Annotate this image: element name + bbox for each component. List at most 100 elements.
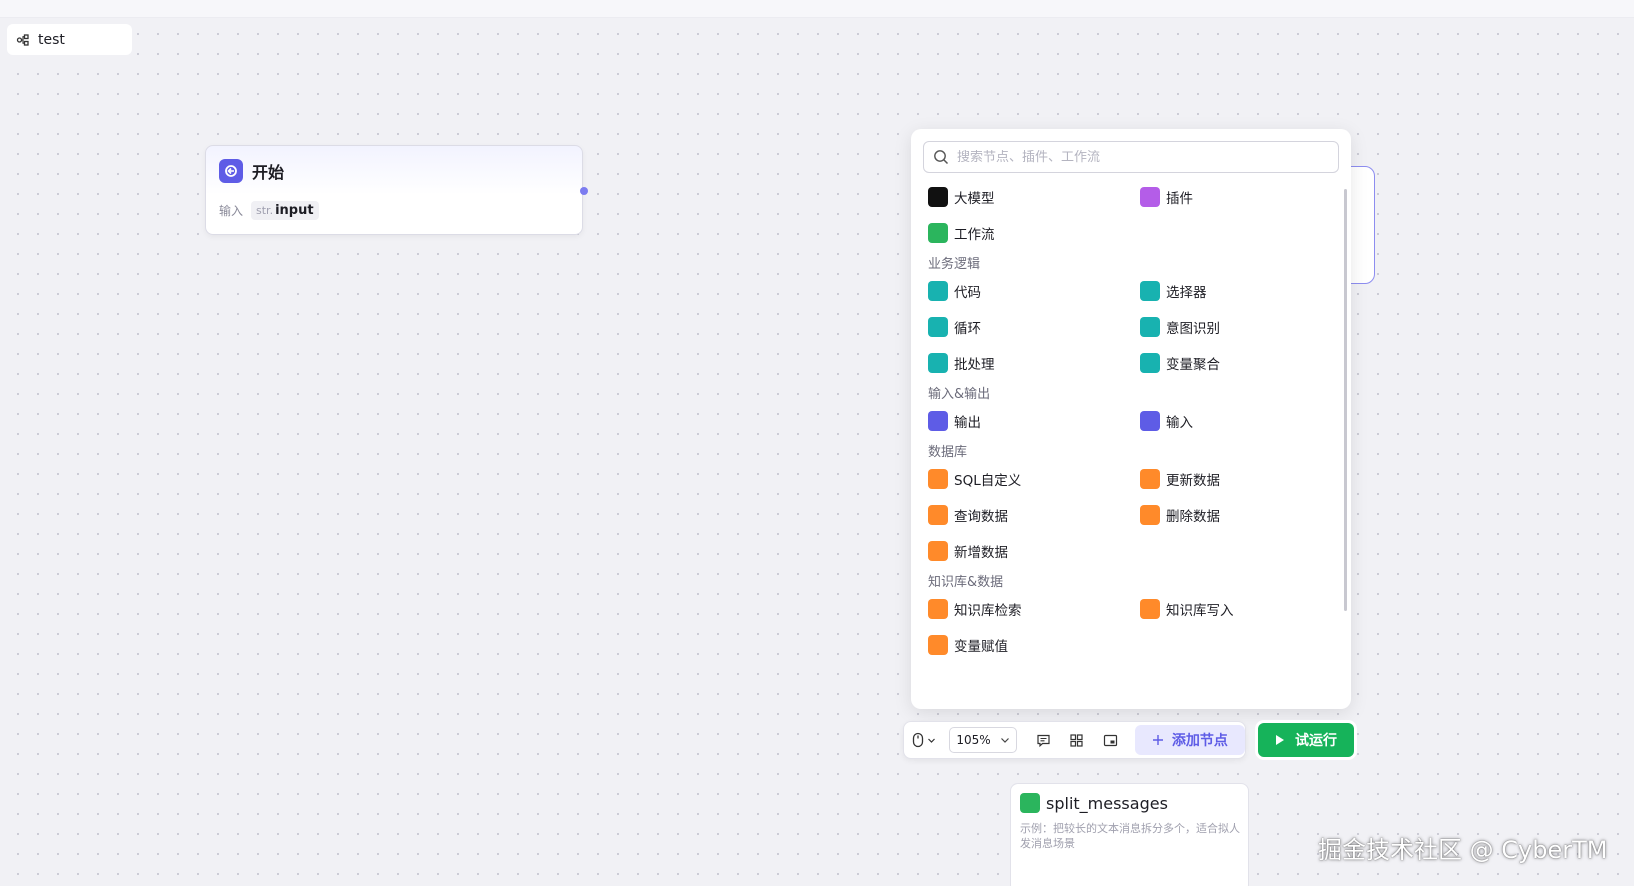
node-item-knowledge-search[interactable]: 知识库检索 (928, 599, 1140, 619)
comment-icon (1037, 734, 1050, 747)
node-item-insert-data[interactable]: 新增数据 (928, 541, 1140, 561)
start-node-io-label: 输入 (219, 204, 244, 218)
workflow-icon (16, 33, 29, 46)
node-item-batch[interactable]: 批处理 (928, 353, 1140, 373)
chevron-down-icon (1000, 738, 1009, 743)
batch-icon (928, 353, 948, 373)
minimap-button[interactable] (1093, 727, 1126, 753)
add-node-label: 添加节点 (1171, 733, 1228, 749)
search-icon (934, 150, 949, 165)
variable-merge-icon (1140, 353, 1160, 373)
node-item-label: 意图识别 (1166, 321, 1220, 337)
node-item-output[interactable]: 输出 (928, 411, 1140, 431)
node-item-label: 变量赋值 (954, 639, 1008, 655)
chevron-down-icon (928, 738, 935, 743)
node-item-label: 删除数据 (1166, 509, 1220, 525)
node-item-loop[interactable]: 循环 (928, 317, 1140, 337)
node-search-box[interactable] (923, 141, 1339, 173)
node-item-update-data[interactable]: 更新数据 (1140, 469, 1338, 489)
node-item-label: 输出 (954, 415, 981, 431)
node-item-plugin[interactable]: 插件 (1140, 187, 1338, 207)
watermark: 掘金技术社区 @ CyberTM (1318, 836, 1608, 864)
section-title-io: 输入&输出 (928, 387, 991, 402)
play-icon (1276, 735, 1284, 745)
node-item-delete-data[interactable]: 删除数据 (1140, 505, 1338, 525)
database-update-icon (1140, 469, 1160, 489)
node-item-label: 查询数据 (954, 509, 1008, 525)
start-node-title: 开始 (252, 163, 285, 182)
test-run-label: 试运行 (1295, 733, 1337, 749)
condition-icon (1140, 281, 1160, 301)
plugin-icon (1140, 187, 1160, 207)
node-item-label: SQL自定义 (954, 473, 1022, 489)
comment-button[interactable] (1027, 727, 1060, 753)
workflow-card-name: split_messages (1046, 793, 1168, 813)
knowledge-write-icon (1140, 599, 1160, 619)
layout-icon (1070, 733, 1083, 747)
section-logic-items: 代码 选择器 循环 意图识别 批处理 变量聚合 (928, 281, 1338, 373)
node-item-label: 知识库写入 (1166, 603, 1234, 619)
canvas-toolbar: 105% 添加节点 (903, 721, 1246, 759)
node-item-code[interactable]: 代码 (928, 281, 1140, 301)
node-item-label: 更新数据 (1166, 473, 1220, 489)
input-icon (1140, 411, 1160, 431)
mouse-icon (912, 732, 924, 748)
node-item-workflow[interactable]: 工作流 (928, 223, 1140, 243)
node-item-label: 大模型 (954, 191, 995, 207)
add-node-panel: 大模型 插件 工作流 业务逻辑 代码 选择器 循环 意图识别 批处理 变量聚合 … (911, 129, 1351, 709)
zoom-value: 105% (956, 733, 991, 747)
database-insert-icon (928, 541, 948, 561)
node-item-label: 工作流 (954, 227, 995, 243)
interaction-mode-button[interactable] (912, 732, 949, 748)
section-database-items: SQL自定义 更新数据 查询数据 删除数据 新增数据 (928, 469, 1338, 561)
start-node-inputs: 输入 str. input (219, 201, 319, 220)
start-node-output-port[interactable] (580, 187, 588, 195)
output-icon (928, 411, 948, 431)
input-param-tag: str. input (251, 201, 319, 220)
database-delete-icon (1140, 505, 1160, 525)
plus-icon (1152, 735, 1163, 745)
node-item-label: 插件 (1166, 191, 1193, 207)
workflow-icon (1020, 793, 1040, 813)
start-icon (219, 159, 243, 183)
section-io-items: 输出 输入 (928, 411, 1338, 431)
node-item-label: 新增数据 (954, 545, 1008, 561)
zoom-select[interactable]: 105% (949, 727, 1017, 753)
workflow-card-description: 示例：把较长的文本消息拆分多个，适合拟人发消息场景 (1020, 822, 1240, 850)
workflow-title: test (38, 31, 65, 48)
section-title-database: 数据库 (928, 445, 968, 460)
test-run-button[interactable]: 试运行 (1258, 723, 1354, 757)
database-query-icon (928, 505, 948, 525)
node-item-query-data[interactable]: 查询数据 (928, 505, 1140, 525)
add-node-button[interactable]: 添加节点 (1134, 725, 1245, 755)
node-list: 大模型 插件 工作流 业务逻辑 代码 选择器 循环 意图识别 批处理 变量聚合 … (928, 187, 1338, 667)
knowledge-search-icon (928, 599, 948, 619)
panel-scrollbar[interactable] (1344, 189, 1347, 611)
node-item-label: 输入 (1166, 415, 1193, 431)
section-title-knowledge: 知识库&数据 (928, 575, 1004, 590)
node-item-llm[interactable]: 大模型 (928, 187, 1140, 207)
section-title-logic: 业务逻辑 (928, 257, 981, 272)
section-knowledge-items: 知识库检索 知识库写入 变量赋值 (928, 599, 1338, 655)
start-node-header: 开始 (219, 159, 284, 183)
node-item-sql[interactable]: SQL自定义 (928, 469, 1140, 489)
auto-layout-button[interactable] (1060, 727, 1093, 753)
node-item-input[interactable]: 输入 (1140, 411, 1338, 431)
node-item-label: 选择器 (1166, 285, 1207, 301)
workflow-title-chip[interactable]: test (7, 24, 132, 55)
node-item-intent[interactable]: 意图识别 (1140, 317, 1338, 337)
node-item-knowledge-write[interactable]: 知识库写入 (1140, 599, 1338, 619)
node-item-variable-assign[interactable]: 变量赋值 (928, 635, 1140, 655)
workflow-card[interactable]: split_messages 示例：把较长的文本消息拆分多个，适合拟人发消息场景 (1010, 783, 1249, 886)
node-item-label: 代码 (954, 285, 981, 301)
intent-icon (1140, 317, 1160, 337)
node-item-condition[interactable]: 选择器 (1140, 281, 1338, 301)
node-item-label: 循环 (954, 321, 981, 337)
start-node[interactable]: 开始 输入 str. input (205, 145, 583, 235)
node-item-label: 变量聚合 (1166, 357, 1220, 373)
node-search-input[interactable] (957, 149, 1327, 165)
variable-assign-icon (928, 635, 948, 655)
workflow-icon (928, 223, 948, 243)
node-item-variable-merge[interactable]: 变量聚合 (1140, 353, 1338, 373)
top-bar (0, 0, 1634, 18)
